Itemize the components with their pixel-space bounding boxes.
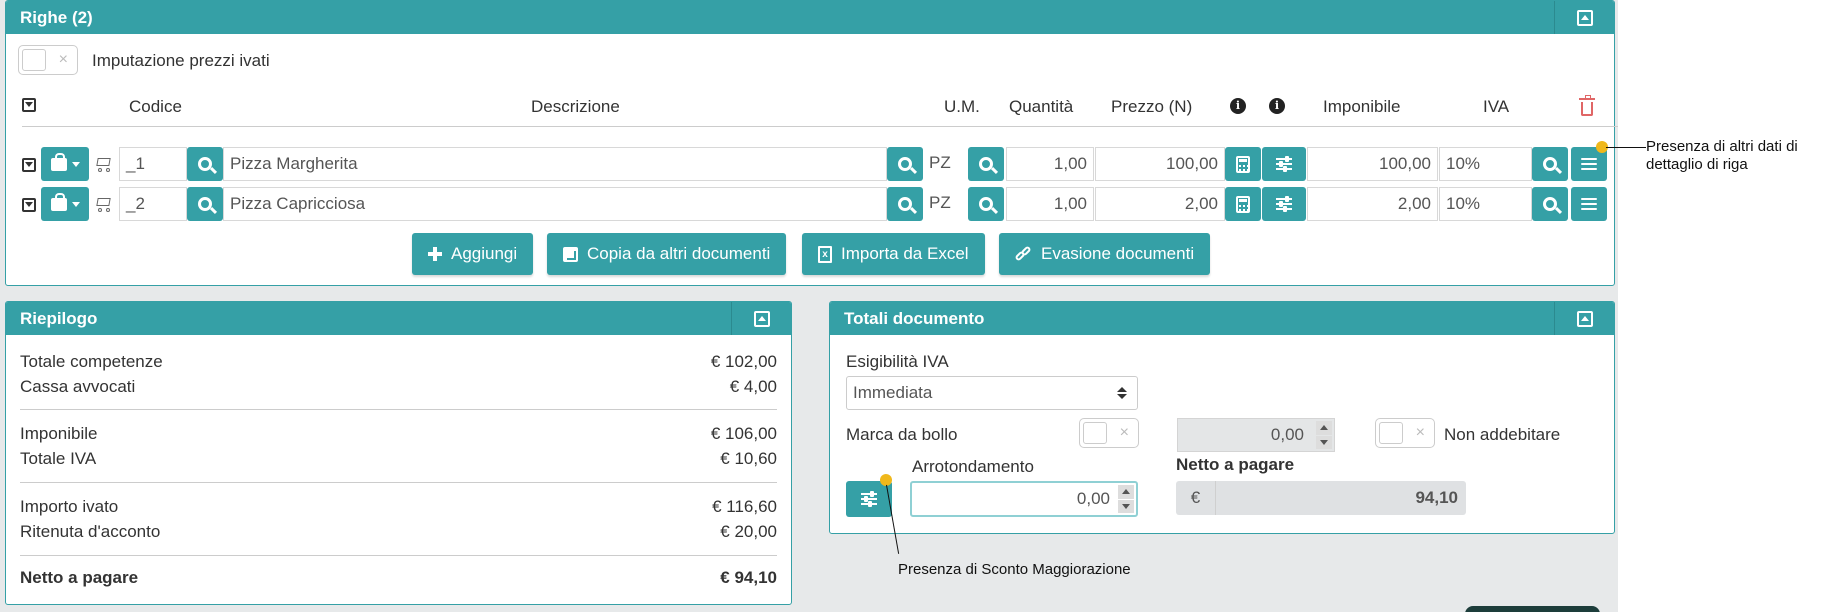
totali-netto-label: Netto a pagare — [1176, 455, 1295, 474]
esigibilita-label: Esigibilità IVA — [846, 352, 949, 371]
calculator-button[interactable] — [1225, 187, 1261, 221]
righe-panel: Righe (2) × Imputazione prezzi ivati Cod… — [5, 0, 1618, 286]
row-expand-icon[interactable] — [22, 158, 36, 172]
riepilogo-panel: Riepilogo Totale competenze € 102,00 Cass… — [5, 301, 792, 605]
totali-title: Totali documento — [844, 309, 985, 328]
riepilogo-header: Riepilogo — [6, 302, 791, 335]
totali-header: Totali documento — [830, 302, 1614, 335]
divider — [20, 409, 777, 410]
marca-label: Marca da bollo — [846, 425, 958, 444]
col-quantita: Quantità — [1009, 97, 1074, 116]
ivati-toggle[interactable]: × — [18, 45, 78, 75]
codice-input[interactable]: _2 — [119, 187, 187, 221]
descrizione-input[interactable]: Pizza Margherita — [223, 147, 887, 181]
totali-panel: Totali documento Esigibilità IVA Immedia… — [829, 301, 1615, 534]
copy-icon — [563, 246, 578, 262]
plus-icon — [428, 247, 442, 261]
prezzo-input[interactable]: 100,00 — [1095, 147, 1225, 181]
summary-row: Ritenuta d'acconto € 20,00 — [20, 522, 777, 541]
search-descrizione-button[interactable] — [887, 147, 923, 181]
currency-addon: € — [1176, 481, 1216, 515]
importa-excel-button[interactable]: x Importa da Excel — [802, 233, 985, 275]
sconto-button[interactable] — [1262, 187, 1306, 221]
collapse-icon[interactable] — [1554, 1, 1614, 34]
col-descrizione: Descrizione — [531, 97, 620, 116]
select-arrow-icon — [1117, 387, 1127, 399]
calculator-button[interactable] — [1225, 147, 1261, 181]
riepilogo-title: Riepilogo — [20, 309, 98, 328]
link-icon — [1014, 244, 1032, 263]
summary-row: Cassa avvocati € 4,00 — [20, 377, 777, 396]
table-row: _1 Pizza Margherita PZ 1,00 100,00 100,0… — [6, 147, 1616, 181]
netto-field: € 94,10 — [1176, 481, 1466, 515]
quantita-input[interactable]: 1,00 — [1006, 147, 1094, 181]
um-value[interactable]: PZ — [923, 187, 968, 221]
col-iva: IVA — [1483, 97, 1510, 116]
search-codice-button[interactable] — [187, 147, 223, 181]
non-addebitare-label: Non addebitare — [1444, 425, 1561, 444]
aggiungi-button[interactable]: Aggiungi — [412, 233, 534, 275]
summary-row: Totale IVA € 10,60 — [20, 449, 777, 468]
delete-all-icon[interactable] — [1579, 95, 1595, 116]
iva-input[interactable]: 10% — [1439, 147, 1532, 181]
divider — [20, 482, 777, 483]
row-expand-icon[interactable] — [22, 198, 36, 212]
row-details-button[interactable] — [1571, 187, 1607, 221]
header-divider — [22, 126, 1618, 127]
search-iva-button[interactable] — [1532, 187, 1568, 221]
search-codice-button[interactable] — [187, 187, 223, 221]
info-icon[interactable]: i — [1230, 98, 1246, 114]
col-imponibile: Imponibile — [1323, 97, 1401, 116]
righe-header: Righe (2) — [6, 1, 1614, 34]
codice-input[interactable]: _1 — [119, 147, 187, 181]
imponibile-input[interactable]: 100,00 — [1307, 147, 1438, 181]
righe-title: Righe (2) — [20, 8, 93, 27]
collapse-icon[interactable] — [1554, 302, 1614, 335]
search-descrizione-button[interactable] — [887, 187, 923, 221]
col-prezzo: Prezzo (N) — [1111, 97, 1193, 116]
annotation-sconto: Presenza di Sconto Maggiorazione — [898, 561, 1131, 578]
expand-all-icon[interactable] — [22, 98, 36, 112]
divider — [20, 555, 777, 556]
esigibilita-select[interactable]: Immediata — [846, 376, 1138, 410]
table-row: _2 Pizza Capricciosa PZ 1,00 2,00 2,00 1… — [6, 187, 1616, 221]
marca-input: 0,00 — [1177, 418, 1335, 452]
sconto-maggiorazione-button[interactable] — [846, 481, 892, 517]
arrotondamento-input[interactable]: 0,00 — [910, 481, 1138, 517]
non-addebitare-toggle[interactable]: × — [1375, 418, 1435, 448]
marca-toggle[interactable]: × — [1079, 418, 1139, 448]
search-um-button[interactable] — [968, 147, 1004, 181]
copia-button[interactable]: Copia da altri documenti — [547, 233, 787, 275]
floating-button[interactable] — [1465, 606, 1600, 612]
info-icon[interactable]: i — [1269, 98, 1285, 114]
arrotondamento-label: Arrotondamento — [912, 457, 1034, 476]
cart-icon — [94, 156, 112, 172]
summary-row: Totale competenze € 102,00 — [20, 352, 777, 371]
imponibile-input[interactable]: 2,00 — [1307, 187, 1438, 221]
sconto-button[interactable] — [1262, 147, 1306, 181]
annotation-dettaglio: Presenza di altri dati di dettaglio di r… — [1646, 138, 1798, 173]
cart-icon — [94, 196, 112, 212]
netto-row: Netto a pagare € 94,10 — [20, 568, 777, 587]
descrizione-input[interactable]: Pizza Capricciosa — [223, 187, 887, 221]
quantita-input[interactable]: 1,00 — [1006, 187, 1094, 221]
iva-input[interactable]: 10% — [1439, 187, 1532, 221]
summary-row: Imponibile € 106,00 — [20, 424, 777, 443]
prezzo-input[interactable]: 2,00 — [1095, 187, 1225, 221]
col-codice: Codice — [129, 97, 182, 116]
annotation-margin — [1618, 0, 1828, 612]
summary-row: Importo ivato € 116,60 — [20, 497, 777, 516]
ivati-label: Imputazione prezzi ivati — [92, 51, 270, 70]
um-value[interactable]: PZ — [923, 147, 968, 181]
annotation-line — [1606, 147, 1646, 148]
search-um-button[interactable] — [968, 187, 1004, 221]
collapse-icon[interactable] — [731, 302, 791, 335]
product-type-button[interactable] — [41, 147, 89, 181]
netto-value: 94,10 — [1415, 488, 1458, 507]
evasione-button[interactable]: Evasione documenti — [999, 233, 1211, 275]
product-type-button[interactable] — [41, 187, 89, 221]
col-um: U.M. — [944, 97, 980, 116]
excel-icon: x — [818, 245, 832, 263]
search-iva-button[interactable] — [1532, 147, 1568, 181]
